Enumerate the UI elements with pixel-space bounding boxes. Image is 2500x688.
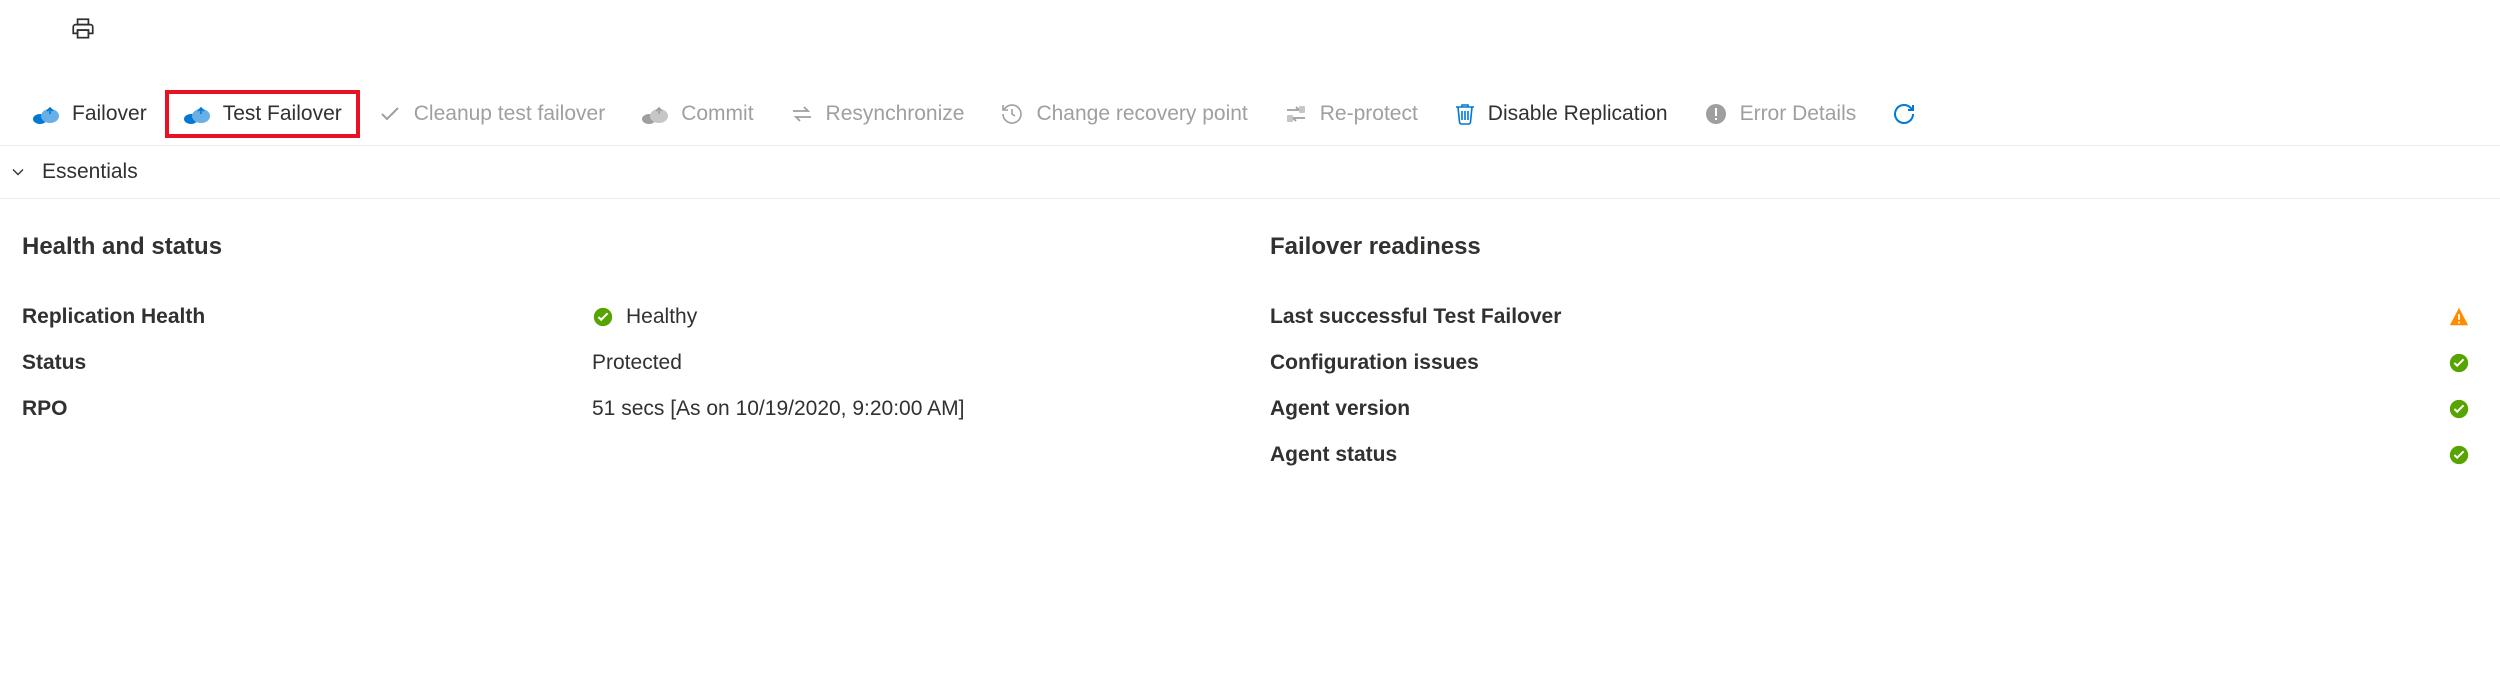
health-status-column: Health and status Replication Health Hea… (22, 227, 1250, 489)
test-failover-button[interactable]: Test Failover (165, 90, 360, 138)
failover-button[interactable]: Failover (14, 90, 165, 138)
error-details-button: Error Details (1686, 90, 1875, 138)
essentials-label: Essentials (42, 160, 138, 184)
agent-version-label: Agent version (1270, 397, 2430, 421)
print-icon[interactable] (70, 16, 96, 42)
last-test-failover-label: Last successful Test Failover (1270, 305, 2430, 329)
warning-icon (2448, 306, 2470, 328)
commit-button: Commit (623, 90, 771, 138)
agent-version-row: Agent version (1270, 397, 2470, 421)
status-row: Status Protected (22, 351, 1250, 375)
error-icon (1704, 102, 1728, 126)
failover-label: Failover (72, 102, 147, 126)
health-title: Health and status (22, 233, 1250, 261)
refresh-icon (1892, 102, 1916, 126)
replication-health-value: Healthy (592, 305, 697, 329)
success-icon (592, 306, 614, 328)
essentials-toggle[interactable]: Essentials (0, 146, 2500, 199)
cleanup-test-failover-button: Cleanup test failover (360, 90, 623, 138)
test-failover-label: Test Failover (223, 102, 342, 126)
success-icon (2448, 398, 2470, 420)
last-test-failover-row: Last successful Test Failover (1270, 305, 2470, 329)
rpo-value: 51 secs [As on 10/19/2020, 9:20:00 AM] (592, 397, 964, 421)
resynchronize-icon (790, 102, 814, 126)
test-failover-icon (183, 102, 211, 126)
re-protect-label: Re-protect (1320, 102, 1418, 126)
replication-health-label: Replication Health (22, 305, 592, 329)
disable-replication-button[interactable]: Disable Replication (1436, 90, 1686, 138)
header-area (0, 0, 2500, 82)
rpo-label: RPO (22, 397, 592, 421)
commit-label: Commit (681, 102, 753, 126)
success-icon (2448, 352, 2470, 374)
configuration-issues-row: Configuration issues (1270, 351, 2470, 375)
resynchronize-button: Resynchronize (772, 90, 983, 138)
change-recovery-point-label: Change recovery point (1036, 102, 1247, 126)
disable-replication-label: Disable Replication (1488, 102, 1668, 126)
failover-readiness-column: Failover readiness Last successful Test … (1250, 227, 2478, 489)
error-details-label: Error Details (1740, 102, 1857, 126)
checkmark-icon (378, 102, 402, 126)
resynchronize-label: Resynchronize (826, 102, 965, 126)
commit-icon (641, 102, 669, 126)
chevron-down-icon (8, 162, 28, 182)
replication-health-row: Replication Health Healthy (22, 305, 1250, 329)
content-area: Health and status Replication Health Hea… (0, 199, 2500, 517)
refresh-button[interactable] (1874, 90, 1924, 138)
cleanup-test-failover-label: Cleanup test failover (414, 102, 605, 126)
status-label: Status (22, 351, 592, 375)
agent-status-row: Agent status (1270, 443, 2470, 467)
status-value: Protected (592, 351, 682, 375)
re-protect-button: Re-protect (1266, 90, 1436, 138)
configuration-issues-label: Configuration issues (1270, 351, 2430, 375)
trash-icon (1454, 102, 1476, 126)
re-protect-icon (1284, 102, 1308, 126)
success-icon (2448, 444, 2470, 466)
command-bar: Failover Test Failover Cleanup test fail… (0, 82, 2500, 146)
history-icon (1000, 102, 1024, 126)
agent-status-label: Agent status (1270, 443, 2430, 467)
failover-icon (32, 102, 60, 126)
change-recovery-point-button: Change recovery point (982, 90, 1265, 138)
rpo-row: RPO 51 secs [As on 10/19/2020, 9:20:00 A… (22, 397, 1250, 421)
readiness-title: Failover readiness (1270, 233, 2470, 261)
